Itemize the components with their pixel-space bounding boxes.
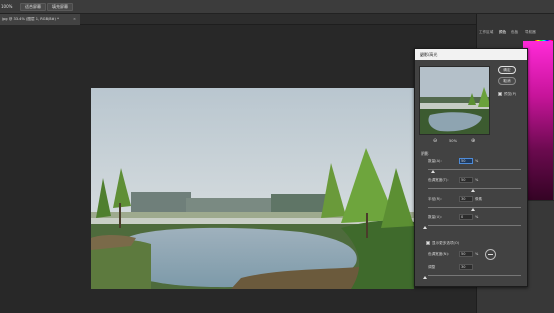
zoom-readout[interactable]: 100%: [1, 4, 12, 9]
shadow-amount-unit: %: [475, 159, 479, 163]
adjust-field[interactable]: 30: [459, 264, 473, 270]
zoom-out-icon[interactable]: ⊖: [433, 138, 437, 144]
landscape-photo: [91, 88, 414, 289]
shadow-tone-thumb[interactable]: [471, 189, 475, 192]
panel-tabs: 工作区域 颜色 色板 导航器: [479, 30, 553, 38]
highlight-amount-field[interactable]: 0: [459, 214, 473, 220]
fill-screen-button[interactable]: 填充屏幕: [47, 3, 73, 11]
shadow-amount-slider[interactable]: [428, 169, 521, 170]
shadow-tone-unit: %: [475, 178, 479, 182]
ok-button[interactable]: 确定: [498, 66, 516, 74]
highlight-amount-label: 数量(U):: [428, 215, 442, 219]
section-shadow: 阴影: [421, 151, 429, 156]
document-tab-bar: jpg @ 33.4% (图层 1, RGB/8#) * ×: [0, 14, 476, 25]
shadow-radius-label: 半径(R):: [428, 197, 442, 201]
dialog-titlebar[interactable]: 阴影/高光 ×: [415, 49, 527, 60]
angle-dial[interactable]: [485, 249, 496, 260]
tab-color[interactable]: 颜色: [499, 30, 506, 35]
highlight-tone-label: 色调宽度(N):: [428, 252, 450, 256]
cancel-button[interactable]: 取消: [498, 77, 516, 85]
zoom-row: ⊖ 50% ⊕: [419, 138, 490, 145]
highlight-amount-unit: %: [475, 215, 479, 219]
zoom-in-icon[interactable]: ⊕: [471, 138, 475, 144]
highlight-tone-field[interactable]: 50: [459, 251, 473, 257]
close-icon[interactable]: ×: [420, 52, 523, 60]
show-more-checkbox[interactable]: [426, 241, 430, 245]
shadow-radius-thumb[interactable]: [471, 208, 475, 211]
adjust-thumb[interactable]: [423, 276, 427, 279]
highlight-amount-thumb[interactable]: [423, 226, 427, 229]
zoom-level: 50%: [449, 139, 457, 143]
preview-label: 预览(P): [504, 92, 517, 96]
options-bar: 100% 适合屏幕 填充屏幕: [0, 0, 554, 14]
document-tab-title: jpg @ 33.4% (图层 1, RGB/8#) *: [2, 17, 59, 21]
highlight-tone-unit: %: [475, 252, 479, 256]
document-canvas-image[interactable]: [91, 88, 414, 289]
highlight-amount-slider[interactable]: [428, 225, 521, 226]
shadow-tone-label: 色调宽度(T):: [428, 178, 449, 182]
preview-image: [420, 67, 489, 134]
show-more-label: 显示更多选项(O): [432, 241, 460, 245]
shadow-amount-label: 数量(A):: [428, 159, 442, 163]
close-tab-icon[interactable]: ×: [73, 14, 76, 25]
shadow-tone-field[interactable]: 50: [459, 177, 473, 183]
fit-screen-button[interactable]: 适合屏幕: [20, 3, 46, 11]
preview-thumbnail[interactable]: [419, 66, 490, 135]
tab-navigator[interactable]: 导航器: [525, 30, 536, 35]
shadow-radius-field[interactable]: 30: [459, 196, 473, 202]
shadow-amount-field[interactable]: 50: [459, 158, 473, 164]
document-tab[interactable]: jpg @ 33.4% (图层 1, RGB/8#) * ×: [0, 14, 80, 25]
shadow-amount-thumb[interactable]: [431, 170, 435, 173]
angle-dial-needle: [488, 254, 493, 255]
tab-workspace[interactable]: 工作区域: [479, 30, 493, 35]
shadow-highlight-dialog: 阴影/高光 × 确定 取消 预览(P) ⊖ 50% ⊕ 阴影 数量(A): 50…: [414, 48, 528, 287]
preview-checkbox[interactable]: [498, 92, 502, 96]
tab-swatches[interactable]: 色板: [511, 30, 518, 35]
section-adjust: 调整: [428, 265, 436, 269]
shadow-radius-unit: 像素: [475, 197, 482, 201]
adjust-slider[interactable]: [428, 275, 521, 276]
